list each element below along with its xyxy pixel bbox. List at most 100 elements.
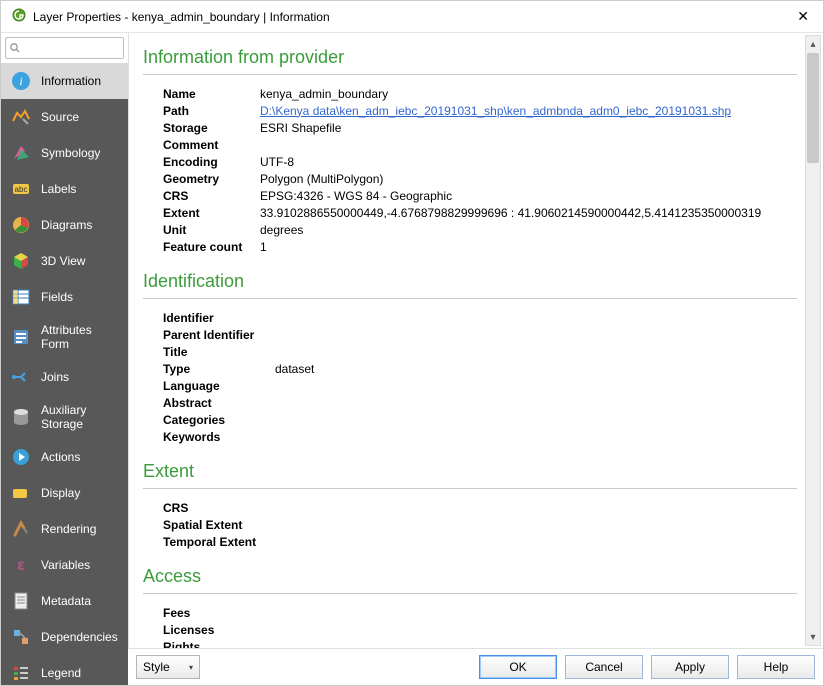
scroll-up-icon[interactable]: ▴ xyxy=(806,36,820,52)
close-icon[interactable]: ✕ xyxy=(793,8,813,25)
svg-text:abc: abc xyxy=(15,185,28,194)
v-language xyxy=(273,377,314,394)
ok-button[interactable]: OK xyxy=(479,655,557,679)
v-abstract xyxy=(273,394,314,411)
v-spatial xyxy=(273,516,275,533)
nav-fields[interactable]: Fields xyxy=(1,279,128,315)
v-fees xyxy=(258,604,260,621)
k-language: Language xyxy=(163,377,273,394)
dialog-footer: Style ▾ OK Cancel Apply Help xyxy=(128,648,823,685)
scroll-thumb[interactable] xyxy=(807,53,819,163)
svg-text:ε: ε xyxy=(17,557,25,574)
nav-label: Legend xyxy=(41,666,118,680)
k-geometry: Geometry xyxy=(163,170,258,187)
nav-metadata[interactable]: Metadata xyxy=(1,583,128,619)
sidebar: i Information Source Symbology abc Label… xyxy=(1,33,128,685)
nav-label: 3D View xyxy=(41,254,118,268)
divider xyxy=(143,298,797,299)
v-rights xyxy=(258,638,260,648)
section-title-provider: Information from provider xyxy=(143,47,797,68)
v-name: kenya_admin_boundary xyxy=(258,85,761,102)
k-type: Type xyxy=(163,360,273,377)
nav-label: Auxiliary Storage xyxy=(41,403,118,431)
nav-list: i Information Source Symbology abc Label… xyxy=(1,63,128,685)
nav-actions[interactable]: Actions xyxy=(1,439,128,475)
nav-rendering[interactable]: Rendering xyxy=(1,511,128,547)
nav-3dview[interactable]: 3D View xyxy=(1,243,128,279)
source-icon xyxy=(11,107,31,127)
nav-dependencies[interactable]: Dependencies xyxy=(1,619,128,655)
divider xyxy=(143,488,797,489)
style-label: Style xyxy=(143,660,170,674)
divider xyxy=(143,593,797,594)
k-categories: Categories xyxy=(163,411,273,428)
v-keywords xyxy=(273,428,314,445)
v-featurecount: 1 xyxy=(258,238,761,255)
titlebar: Layer Properties - kenya_admin_boundary … xyxy=(1,1,823,33)
v-extent: 33.9102886550000449,-4.6768798829999696 … xyxy=(258,204,761,221)
access-table: Fees Licenses Rights Constraints xyxy=(163,604,260,648)
vertical-scrollbar[interactable]: ▴ ▾ xyxy=(805,35,821,646)
form-icon xyxy=(11,327,31,347)
legend-icon xyxy=(11,663,31,683)
dependencies-icon xyxy=(11,627,31,647)
k-comment: Comment xyxy=(163,136,258,153)
v-crs: EPSG:4326 - WGS 84 - Geographic xyxy=(258,187,761,204)
style-button[interactable]: Style ▾ xyxy=(136,655,200,679)
content-pane: Information from provider Namekenya_admi… xyxy=(128,33,823,648)
nav-labels[interactable]: abc Labels xyxy=(1,171,128,207)
v-licenses xyxy=(258,621,260,638)
v-encoding: UTF-8 xyxy=(258,153,761,170)
labels-icon: abc xyxy=(11,179,31,199)
section-title-identification: Identification xyxy=(143,271,797,292)
nav-label: Metadata xyxy=(41,594,118,608)
nav-display[interactable]: Display xyxy=(1,475,128,511)
nav-attributes-form[interactable]: Attributes Form xyxy=(1,315,128,359)
nav-label: Symbology xyxy=(41,146,118,160)
section-title-access: Access xyxy=(143,566,797,587)
k-featurecount: Feature count xyxy=(163,238,258,255)
k-name: Name xyxy=(163,85,258,102)
nav-label: Fields xyxy=(41,290,118,304)
nav-label: Display xyxy=(41,486,118,500)
help-label: Help xyxy=(764,660,789,674)
nav-label: Diagrams xyxy=(41,218,118,232)
nav-source[interactable]: Source xyxy=(1,99,128,135)
window-title: Layer Properties - kenya_admin_boundary … xyxy=(33,10,330,24)
qgis-icon xyxy=(11,7,27,26)
v-ext-crs xyxy=(273,499,275,516)
nav-information[interactable]: i Information xyxy=(1,63,128,99)
layer-properties-window: Layer Properties - kenya_admin_boundary … xyxy=(0,0,824,686)
v-unit: degrees xyxy=(258,221,761,238)
search-input[interactable] xyxy=(5,37,124,59)
nav-label: Labels xyxy=(41,182,118,196)
nav-label: Information xyxy=(41,74,118,88)
nav-joins[interactable]: Joins xyxy=(1,359,128,395)
v-storage: ESRI Shapefile xyxy=(258,119,761,136)
nav-label: Actions xyxy=(41,450,118,464)
nav-diagrams[interactable]: Diagrams xyxy=(1,207,128,243)
provider-table: Namekenya_admin_boundary PathD:\Kenya da… xyxy=(163,85,761,255)
nav-auxiliary-storage[interactable]: Auxiliary Storage xyxy=(1,395,128,439)
help-button[interactable]: Help xyxy=(737,655,815,679)
path-link[interactable]: D:\Kenya data\ken_adm_iebc_20191031_shp\… xyxy=(260,104,731,118)
nav-symbology[interactable]: Symbology xyxy=(1,135,128,171)
fields-icon xyxy=(11,287,31,307)
nav-legend[interactable]: Legend xyxy=(1,655,128,685)
k-licenses: Licenses xyxy=(163,621,258,638)
extent-table: CRS Spatial Extent Temporal Extent xyxy=(163,499,275,550)
storage-icon xyxy=(11,407,31,427)
nav-variables[interactable]: ε Variables xyxy=(1,547,128,583)
rendering-icon xyxy=(11,519,31,539)
nav-label: Source xyxy=(41,110,118,124)
k-identifier: Identifier xyxy=(163,309,273,326)
divider xyxy=(143,74,797,75)
scroll-down-icon[interactable]: ▾ xyxy=(806,629,820,645)
apply-button[interactable]: Apply xyxy=(651,655,729,679)
k-abstract: Abstract xyxy=(163,394,273,411)
cancel-button[interactable]: Cancel xyxy=(565,655,643,679)
display-icon xyxy=(11,483,31,503)
k-unit: Unit xyxy=(163,221,258,238)
k-crs: CRS xyxy=(163,187,258,204)
nav-label: Attributes Form xyxy=(41,323,118,351)
